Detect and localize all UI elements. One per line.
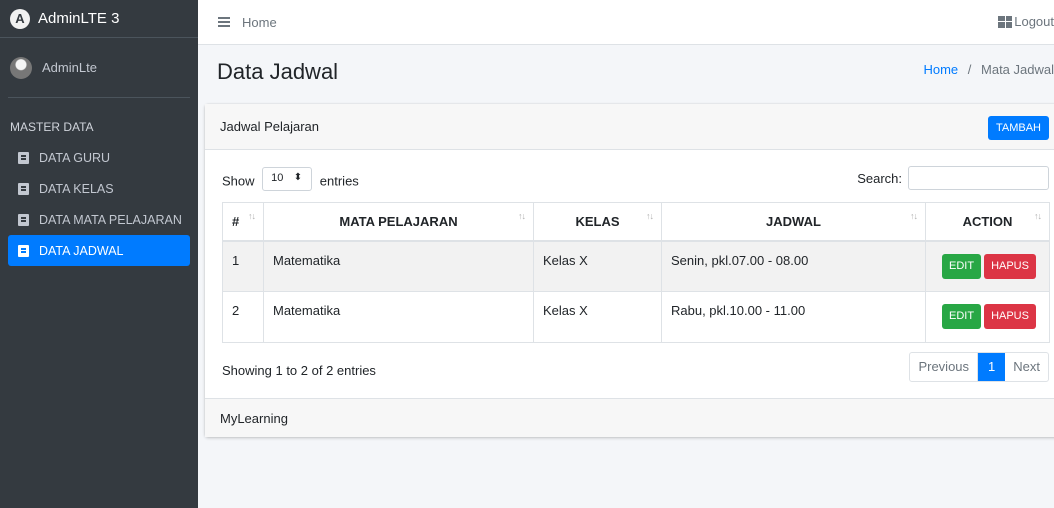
entries-length: Show 10 entries	[222, 167, 359, 194]
breadcrumb-current: Mata Jadwal	[981, 62, 1054, 77]
sort-icon: ↑↓	[910, 211, 918, 221]
sort-icon: ↑↓	[646, 211, 654, 221]
breadcrumb-home-link[interactable]: Home	[923, 62, 958, 77]
sidebar: A AdminLTE 3 AdminLte MASTER DATA DATA G…	[0, 0, 198, 508]
search-box: Search:	[857, 166, 1049, 190]
page-1-button[interactable]: 1	[978, 353, 1006, 381]
brand-text: AdminLTE 3	[38, 10, 120, 27]
table-info: Showing 1 to 2 of 2 entries	[222, 363, 376, 378]
column-header-jadwal[interactable]: JADWAL ↑↓	[661, 202, 926, 242]
column-header-action[interactable]: ACTION ↑↓	[925, 202, 1050, 242]
card-footer: MyLearning	[205, 398, 1054, 437]
sidebar-item-label: DATA KELAS	[39, 181, 114, 196]
next-page-button[interactable]: Next	[1005, 353, 1048, 381]
column-header-kelas[interactable]: KELAS ↑↓	[533, 202, 662, 242]
card-header: Jadwal Pelajaran TAMBAH	[205, 104, 1054, 150]
table-row: 2 Matematika Kelas X Rabu, pkl.10.00 - 1…	[222, 291, 1050, 343]
sidebar-item-data-guru[interactable]: DATA GURU	[8, 142, 190, 173]
sidebar-item-data-mata-pelajaran[interactable]: DATA MATA PELAJARAN	[8, 204, 190, 235]
cell-jadwal: Senin, pkl.07.00 - 08.00	[661, 240, 926, 292]
cell-jadwal: Rabu, pkl.10.00 - 11.00	[661, 291, 926, 343]
grid-icon	[998, 15, 1013, 28]
cell-kelas: Kelas X	[533, 240, 662, 292]
entries-label: entries	[319, 173, 359, 189]
search-input[interactable]	[908, 166, 1049, 190]
entries-select[interactable]: 10	[262, 167, 313, 191]
logout-link[interactable]: Logout	[998, 14, 1054, 29]
cell-mata-pelajaran: Matematika	[263, 291, 534, 343]
card-title: Jadwal Pelajaran	[220, 119, 320, 134]
pagination: Previous 1 Next	[909, 352, 1049, 382]
logout-label: Logout	[1014, 14, 1054, 29]
show-label: Show	[222, 173, 255, 189]
cell-mata-pelajaran: Matematika	[263, 240, 534, 292]
top-navbar: Home Logout	[198, 0, 1054, 45]
column-header-number[interactable]: # ↑↓	[222, 202, 264, 242]
table-header-row: # ↑↓ MATA PELAJARAN ↑↓ KELAS ↑↓ JADWAL ↑↓ AC…	[222, 202, 1050, 242]
cell-number: 1	[222, 240, 264, 292]
brand-logo-icon: A	[10, 8, 30, 29]
cell-action: EDIT HAPUS	[925, 291, 1050, 343]
sort-icon: ↑↓	[1034, 211, 1042, 221]
book-icon	[18, 213, 29, 226]
edit-button[interactable]: EDIT	[942, 304, 982, 329]
schedule-card: Jadwal Pelajaran TAMBAH Show 10 entries …	[205, 104, 1054, 437]
cell-action: EDIT HAPUS	[925, 240, 1050, 292]
sidebar-item-label: DATA MATA PELAJARAN	[39, 212, 182, 227]
sort-icon: ↑↓	[518, 211, 526, 221]
page-title: Data Jadwal	[217, 59, 339, 84]
breadcrumb: Home / Mata Jadwal	[923, 62, 1054, 77]
edit-button[interactable]: EDIT	[942, 253, 982, 279]
nav-header-master-data: MASTER DATA	[10, 120, 94, 134]
schedule-table: # ↑↓ MATA PELAJARAN ↑↓ KELAS ↑↓ JADWAL ↑↓ AC…	[222, 202, 1050, 343]
sidebar-item-label: DATA GURU	[39, 150, 111, 165]
cell-number: 2	[222, 291, 264, 343]
sidebar-item-label: DATA JADWAL	[39, 243, 124, 258]
sidebar-item-data-jadwal[interactable]: DATA JADWAL	[8, 235, 190, 266]
add-button[interactable]: TAMBAH	[987, 116, 1049, 140]
table-row: 1 Matematika Kelas X Senin, pkl.07.00 - …	[222, 240, 1050, 292]
column-header-mata-pelajaran[interactable]: MATA PELAJARAN ↑↓	[263, 202, 534, 242]
book-icon	[18, 244, 29, 257]
sidebar-item-data-kelas[interactable]: DATA KELAS	[8, 173, 190, 204]
cell-kelas: Kelas X	[533, 291, 662, 343]
user-panel[interactable]: AdminLte	[8, 38, 190, 98]
brand-link[interactable]: A AdminLTE 3	[0, 0, 198, 38]
delete-button[interactable]: HAPUS	[984, 253, 1036, 279]
user-name: AdminLte	[42, 60, 97, 75]
avatar	[10, 56, 32, 79]
book-icon	[18, 151, 29, 164]
breadcrumb-separator: /	[967, 62, 972, 77]
book-icon	[18, 182, 29, 195]
table-controls: Show 10 entries Search:	[222, 166, 1049, 191]
sort-icon: ↑↓	[248, 211, 256, 221]
delete-button[interactable]: HAPUS	[984, 304, 1036, 329]
search-label: Search:	[857, 170, 902, 186]
nav-home-link[interactable]: Home	[242, 15, 277, 30]
previous-page-button[interactable]: Previous	[910, 353, 979, 381]
hamburger-menu-icon[interactable]	[218, 17, 230, 27]
